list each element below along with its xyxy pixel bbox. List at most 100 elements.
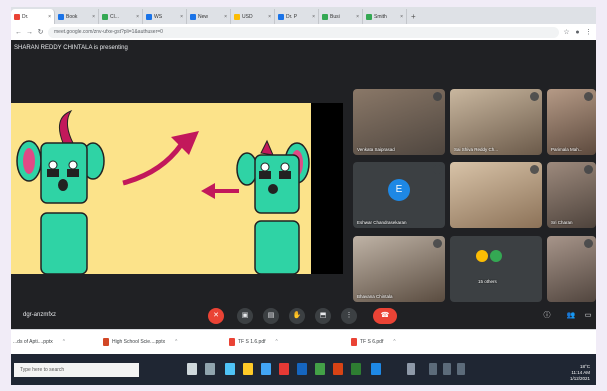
participant-tile[interactable] [547,236,596,302]
close-icon[interactable]: × [224,14,227,20]
tab-9[interactable]: Smith × [363,9,407,24]
word-icon[interactable] [297,363,307,375]
end-call-icon[interactable]: ☎ [373,308,397,324]
mic-status-icon [530,92,539,101]
favicon-icon [278,13,284,20]
tab-4[interactable]: WS × [143,9,187,24]
meet-stage: Venkata Saiprasad Sai Shiva Reddy Ch... … [11,56,596,303]
chat-icon[interactable]: ▭ [580,308,596,324]
more-icon[interactable]: ⋮ [341,308,357,324]
chevron-down-icon[interactable]: ⌃ [392,336,396,348]
new-tab-button[interactable]: + [407,9,420,24]
downloads-bar: ...ds of Apti....pptx ⌃ High School Scie.… [11,329,596,355]
mic-status-icon [433,92,442,101]
tab-6[interactable]: USD × [231,9,275,24]
people-icon[interactable]: 👥 [563,308,579,324]
meet-control-bar: dgr-anzmfxz ✕ ▣ ▤ ✋ ⬒ ⋮ ☎ ⓘ 👥 ▭ [11,303,596,329]
menu-icon[interactable]: ⋮ [585,28,592,36]
address-bar-row: ← → ↻ meet.google.com/znv-ufxe-gst?pli=1… [11,24,596,40]
tab-8[interactable]: Busi × [319,9,363,24]
download-item[interactable]: ...ds of Apti....pptx ⌃ [13,336,66,348]
raise-hand-icon[interactable]: ✋ [289,308,305,324]
tab-7[interactable]: Dr. P × [275,9,319,24]
close-icon[interactable]: × [356,14,359,20]
tab-3[interactable]: Cl... × [99,9,143,24]
profile-icon[interactable]: ● [574,29,581,36]
mic-status-icon [584,92,593,101]
volume-icon[interactable] [457,363,465,375]
participant-tile[interactable]: E Eshwar Chandrasekaran [353,162,445,228]
mic-status-icon [584,239,593,248]
participant-tile[interactable]: Bhavana Chintala [353,236,445,302]
file-explorer-icon[interactable] [243,363,253,375]
participant-tile[interactable]: Sri Charan [547,162,596,228]
avatar [490,250,502,262]
close-icon[interactable]: × [136,14,139,20]
present-icon[interactable]: ⬒ [315,308,331,324]
weather-icon[interactable] [407,363,415,375]
chevron-down-icon[interactable]: ⌃ [62,336,66,348]
clock-date: 1/12/2021 [569,376,590,381]
close-icon[interactable]: × [268,14,271,20]
star-icon[interactable]: ☆ [563,28,570,36]
network-icon[interactable] [443,363,451,375]
powerpoint-icon[interactable] [333,363,343,375]
download-item[interactable]: TF S 6.pdf ⌃ [351,336,397,348]
download-item[interactable]: TF S 1.6.pdf ⌃ [229,336,279,348]
mic-status-icon [433,165,442,174]
tab-2[interactable]: Book × [55,9,99,24]
avatar [476,250,488,262]
tab-5[interactable]: New × [187,9,231,24]
app-icon[interactable] [279,363,289,375]
favicon-icon [322,13,328,20]
mic-off-icon[interactable]: ✕ [208,308,224,324]
store-icon[interactable] [261,363,271,375]
close-icon[interactable]: × [92,14,95,20]
camera-icon[interactable]: ▣ [237,308,253,324]
pdf-file-icon [229,338,235,346]
presentation-slide [11,103,311,274]
close-icon[interactable]: × [180,14,183,20]
favicon-icon [366,13,372,20]
pptx-file-icon [103,338,109,346]
download-item[interactable]: High School Scie....pptx ⌃ [103,336,178,348]
tray-icon[interactable] [429,363,437,375]
system-clock[interactable]: 18°C 11:14 AM 1/12/2021 [570,364,590,382]
windows-taskbar: Type here to search 18°C 11:14 AM 1/12/2… [11,354,596,385]
task-view-icon[interactable] [205,363,215,375]
close-icon[interactable]: × [312,14,315,20]
chevron-down-icon[interactable]: ⌃ [275,336,279,348]
close-icon[interactable]: × [48,14,51,20]
chevron-down-icon[interactable]: ⌃ [174,336,178,348]
favicon-icon [102,13,108,20]
taskbar-search-input[interactable]: Type here to search [14,363,139,377]
participant-tile[interactable]: Sai Shiva Reddy Ch... [450,89,542,155]
edge-icon[interactable] [225,363,235,375]
tab-strip: Dr. × Book × Cl... × WS × New × USD × Dr. P × B… [11,7,596,24]
favicon-icon [146,13,152,20]
forward-icon[interactable]: → [26,29,33,36]
browser-window: Dr. × Book × Cl... × WS × New × USD × Dr. P × B… [11,7,596,385]
tab-1[interactable]: Dr. × [11,9,55,24]
close-icon[interactable]: × [400,14,403,20]
participant-tile[interactable]: Parimala Mah... [547,89,596,155]
url-field[interactable]: meet.google.com/znv-ufxe-gst?pli=1&authu… [48,26,559,38]
reload-icon[interactable]: ↻ [37,28,44,36]
favicon-icon [234,13,240,20]
cortana-icon[interactable] [187,363,197,375]
captions-icon[interactable]: ▤ [263,308,279,324]
info-icon[interactable]: ⓘ [539,308,555,324]
presenting-banner: SHARAN REDDY CHINTALA is presenting [11,40,596,56]
participant-tile[interactable]: Venkata Saiprasad [353,89,445,155]
chrome-icon[interactable] [315,363,325,375]
mic-status-icon [584,165,593,174]
excel-icon[interactable] [351,363,361,375]
meet-favicon-icon [14,13,20,20]
favicon-icon [190,13,196,20]
mic-status-icon [530,165,539,174]
participant-tile-others[interactable]: 15 others [450,236,542,302]
participant-tile[interactable] [450,162,542,228]
back-icon[interactable]: ← [15,29,22,36]
app-icon[interactable] [371,363,381,375]
slide-illustration [16,109,310,274]
